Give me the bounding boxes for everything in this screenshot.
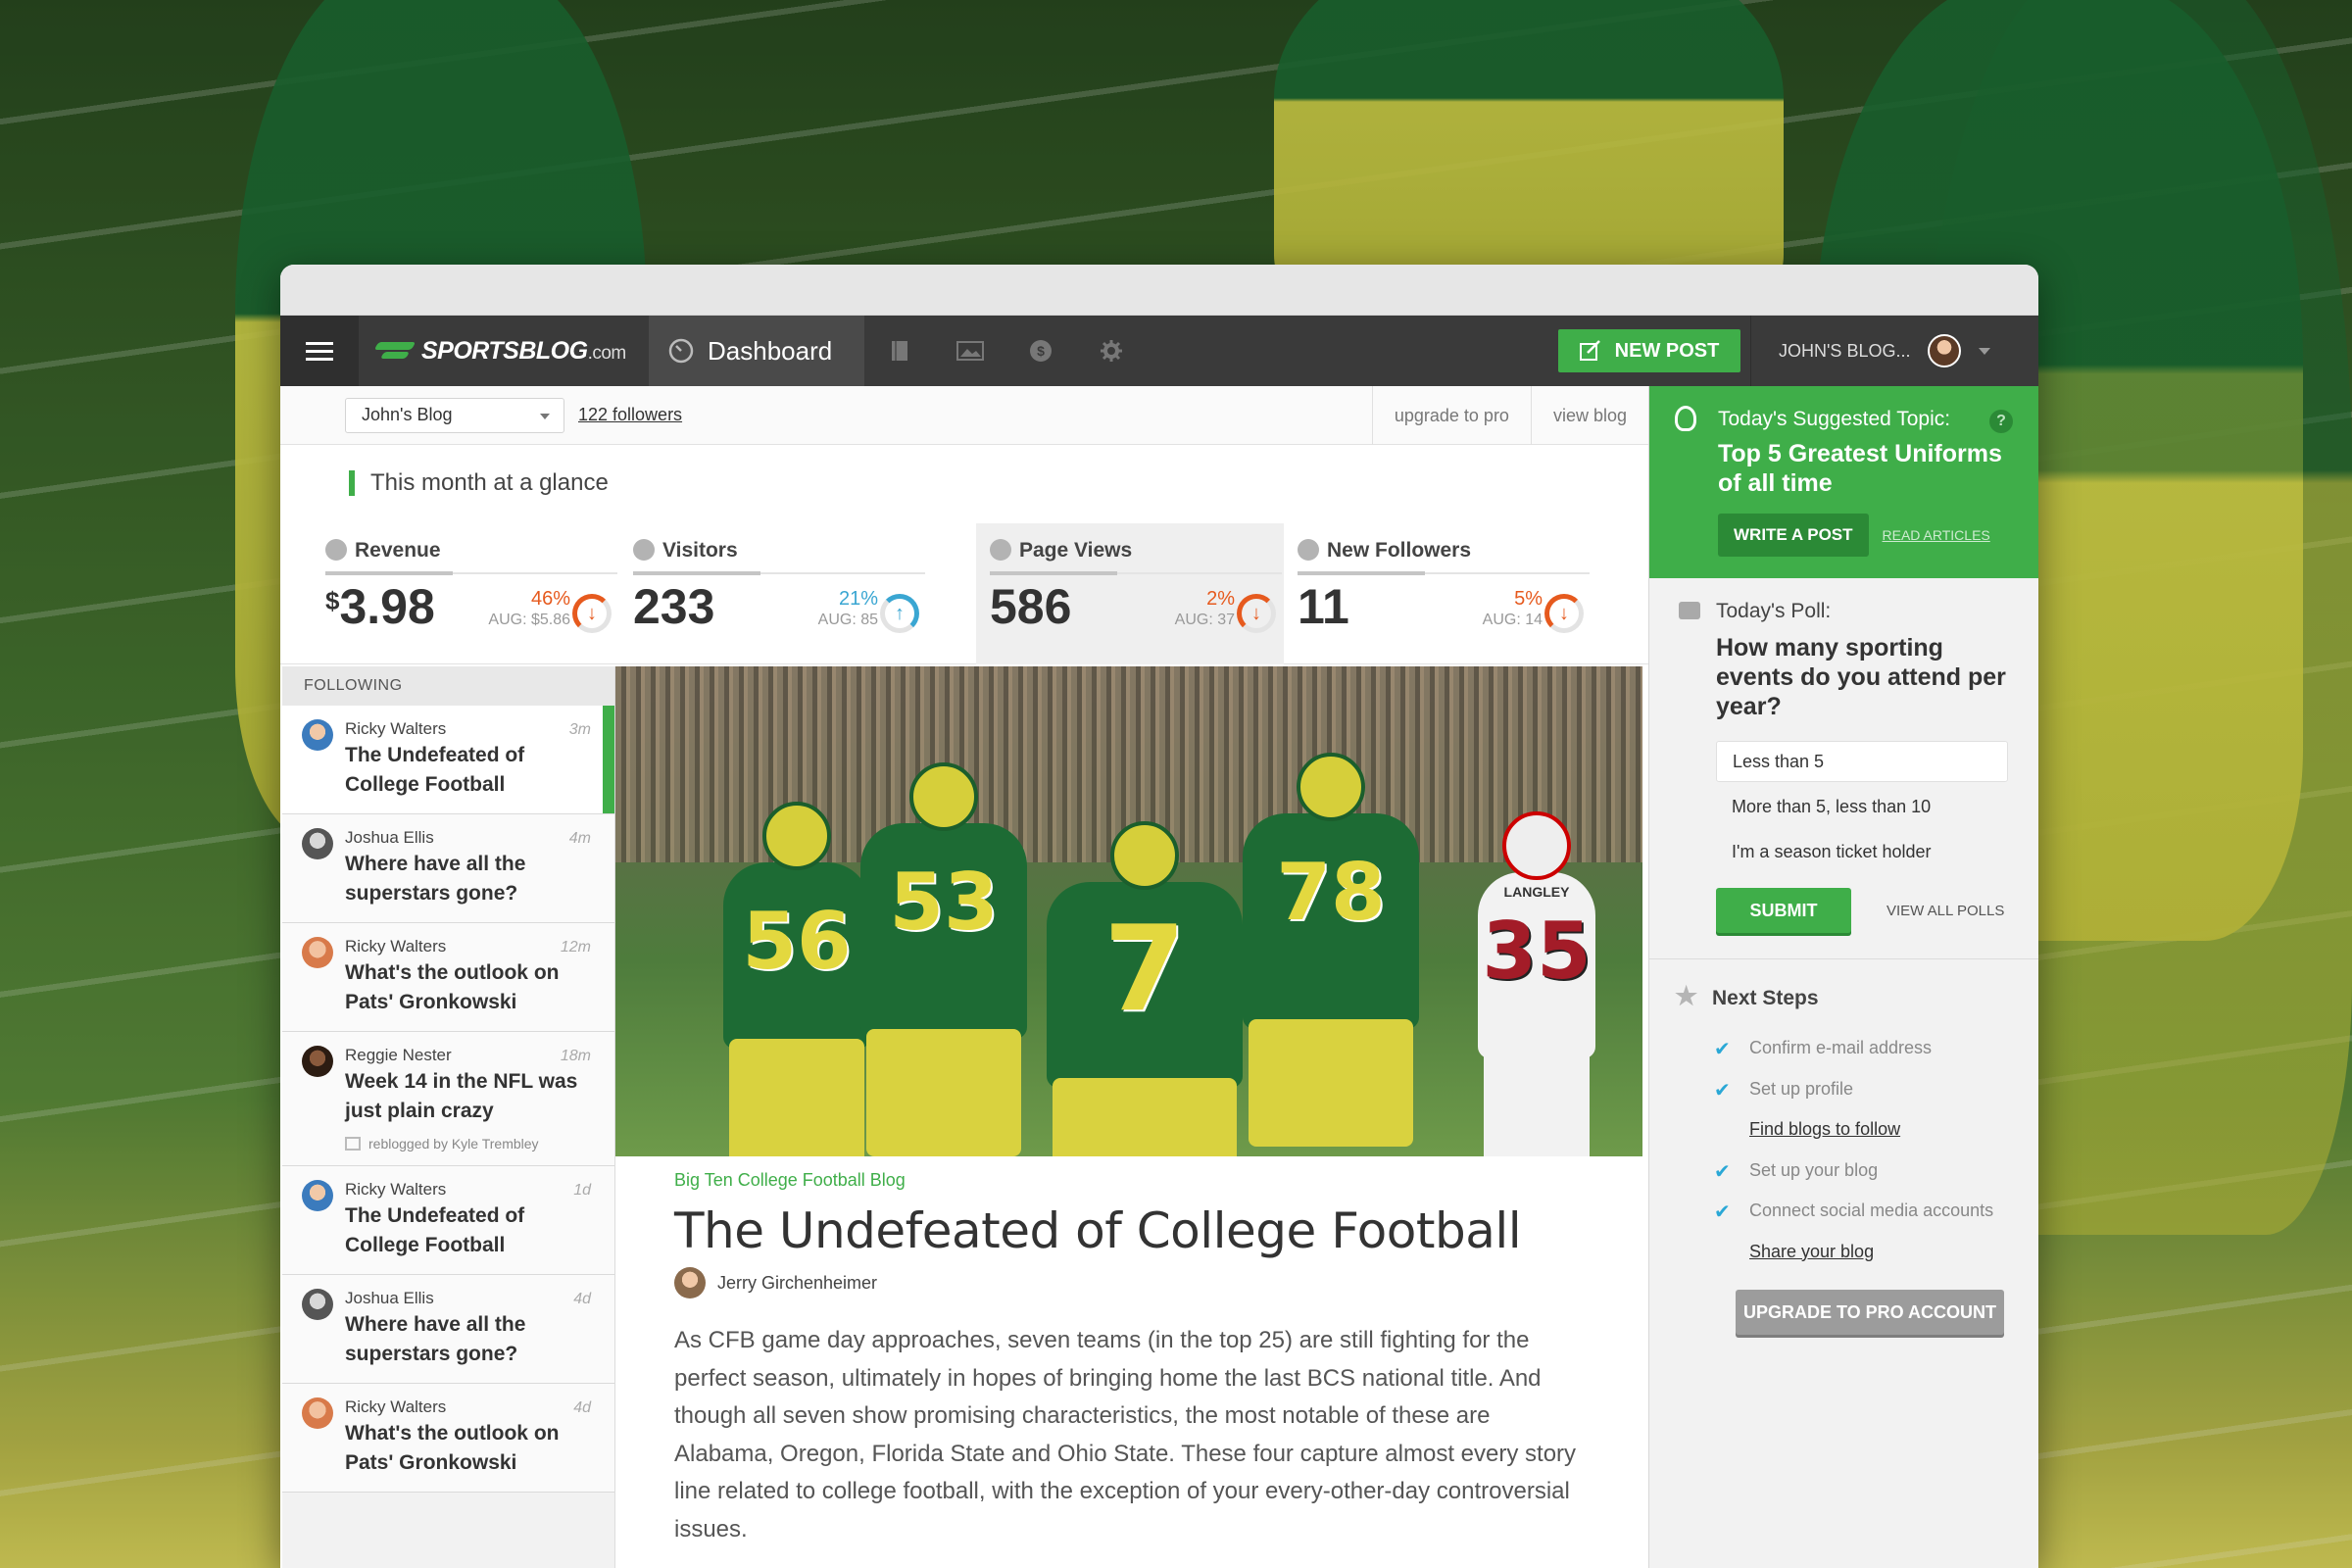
feed-item[interactable]: Reggie Nester 18m Week 14 in the NFL was… <box>282 1032 614 1166</box>
poll-option[interactable]: Less than 5 <box>1716 741 2008 782</box>
logo-mark-icon <box>376 340 414 362</box>
upgrade-to-pro-link[interactable]: upgrade to pro <box>1371 386 1531 445</box>
top-navbar: SPORTSBLOG.com Dashboard $ NEW POST JOHN… <box>280 316 2038 386</box>
author-avatar <box>302 719 333 751</box>
reblog-note: reblogged by Kyle Trembley <box>345 1136 595 1152</box>
article-author[interactable]: Jerry Girchenheimer <box>674 1267 1584 1298</box>
feed-item[interactable]: Ricky Walters 4d What's the outlook on P… <box>282 1384 614 1493</box>
article: Big Ten College Football Blog The Undefe… <box>615 1156 1642 1568</box>
compose-icon <box>1579 340 1600 361</box>
author-avatar <box>302 828 333 859</box>
nav-gear-icon[interactable] <box>1076 316 1147 386</box>
month-glance: This month at a glance Revenue $3.98 46%… <box>280 445 1648 664</box>
right-sidebar: Today's Suggested Topic: ? Top 5 Greates… <box>1648 386 2038 1568</box>
dollar-icon <box>325 539 347 561</box>
author-avatar <box>302 1180 333 1211</box>
stat-new-followers[interactable]: New Followers 11 5% AUG: 14 ↓ <box>1284 523 1592 664</box>
article-category-link[interactable]: Big Ten College Football Blog <box>674 1170 1584 1191</box>
feed-item[interactable]: Ricky Walters 12m What's the outlook on … <box>282 923 614 1032</box>
author-avatar <box>674 1267 706 1298</box>
poll-submit-button[interactable]: SUBMIT <box>1716 888 1851 933</box>
article-title[interactable]: The Undefeated of College Football <box>674 1202 1584 1259</box>
step-share-blog[interactable]: Share your blog <box>1675 1232 2013 1273</box>
select-caret-icon <box>540 413 550 419</box>
author-avatar <box>302 1046 333 1077</box>
reblog-icon <box>345 1137 361 1151</box>
step-find-blogs[interactable]: Find blogs to follow <box>1675 1109 2013 1151</box>
star-icon: ★ <box>1675 981 1698 1010</box>
eye-icon <box>990 539 1011 561</box>
user-blog-menu[interactable]: JOHN'S BLOG... <box>1750 316 2038 386</box>
stat-revenue[interactable]: Revenue $3.98 46% AUG: $5.86 ↓ <box>312 523 619 664</box>
step-connect-social: Connect social media accounts <box>1675 1191 2013 1232</box>
suggested-topic: Today's Suggested Topic: ? Top 5 Greates… <box>1649 386 2038 578</box>
feed-item[interactable]: Ricky Walters 3m The Undefeated of Colle… <box>282 706 614 814</box>
help-icon[interactable]: ? <box>1989 410 2013 433</box>
glance-title: This month at a glance <box>349 470 609 496</box>
following-feed: FOLLOWING Ricky Walters 3m The Undefeate… <box>282 666 615 1568</box>
app-window: SPORTSBLOG.com Dashboard $ NEW POST JOHN… <box>280 265 2038 1568</box>
article-hero-image[interactable]: 56 53 78 35 7 LANGLEY <box>615 666 1642 1156</box>
step-confirm-email: Confirm e-mail address <box>1675 1028 2013 1069</box>
add-user-icon <box>1298 539 1319 561</box>
poll-option[interactable]: I'm a season ticket holder <box>1716 831 2008 872</box>
trend-down-icon: ↓ <box>572 594 612 633</box>
author-avatar <box>302 937 333 968</box>
read-articles-link[interactable]: READ ARTICLES <box>1883 527 1990 543</box>
followers-link[interactable]: 122 followers <box>578 405 682 425</box>
next-steps: ★ Next Steps Confirm e-mail address Set … <box>1649 959 2038 1362</box>
nav-dashboard[interactable]: Dashboard <box>649 316 864 386</box>
author-avatar <box>302 1397 333 1429</box>
nav-book-icon[interactable] <box>864 316 935 386</box>
feed-item[interactable]: Joshua Ellis 4d Where have all the super… <box>282 1275 614 1384</box>
upgrade-pro-account-button[interactable]: UPGRADE TO PRO ACCOUNT <box>1736 1290 2004 1335</box>
thumbs-up-icon <box>1679 602 1700 619</box>
new-post-button[interactable]: NEW POST <box>1558 329 1740 372</box>
author-avatar <box>302 1289 333 1320</box>
article-body: As CFB game day approaches, seven teams … <box>674 1327 1577 1543</box>
trend-down-icon: ↓ <box>1544 594 1584 633</box>
trend-down-icon: ↓ <box>1237 594 1276 633</box>
svg-text:$: $ <box>1037 343 1045 359</box>
step-set-up-blog: Set up your blog <box>1675 1151 2013 1192</box>
view-all-polls-link[interactable]: VIEW ALL POLLS <box>1886 903 2004 919</box>
feed-item[interactable]: Joshua Ellis 4m Where have all the super… <box>282 814 614 923</box>
sportsblog-logo[interactable]: SPORTSBLOG.com <box>359 316 649 386</box>
blog-subbar: John's Blog 122 followers upgrade to pro… <box>280 386 1648 445</box>
dashboard-gauge-icon <box>668 338 694 364</box>
todays-poll: Today's Poll: How many sporting events d… <box>1649 578 2038 959</box>
lightbulb-icon <box>1675 406 1696 431</box>
view-blog-link[interactable]: view blog <box>1530 386 1648 445</box>
trend-up-icon: ↑ <box>880 594 919 633</box>
stat-page-views[interactable]: Page Views 586 2% AUG: 37 ↓ <box>976 523 1284 664</box>
poll-question: How many sporting events do you attend p… <box>1716 634 2006 720</box>
name-bar: LANGLEY <box>1503 884 1570 900</box>
stat-visitors[interactable]: Visitors 233 21% AUG: 85 ↑ <box>619 523 927 664</box>
suggested-topic-title: Top 5 Greatest Uniforms of all time <box>1718 440 2002 497</box>
step-set-up-profile: Set up profile <box>1675 1069 2013 1110</box>
write-post-button[interactable]: WRITE A POST <box>1718 514 1869 557</box>
nav-dollar-icon[interactable]: $ <box>1005 316 1076 386</box>
poll-option[interactable]: More than 5, less than 10 <box>1716 786 2008 827</box>
feed-item[interactable]: Ricky Walters 1d The Undefeated of Colle… <box>282 1166 614 1275</box>
main-content: John's Blog 122 followers upgrade to pro… <box>280 386 1648 1568</box>
hamburger-menu-icon[interactable] <box>280 316 359 386</box>
nav-image-icon[interactable] <box>935 316 1005 386</box>
browser-chrome <box>280 265 2038 316</box>
blog-select[interactable]: John's Blog <box>345 397 564 433</box>
chevron-down-icon <box>1979 347 1991 355</box>
user-icon <box>633 539 655 561</box>
user-avatar <box>1928 334 1962 368</box>
following-heading: FOLLOWING <box>282 666 614 706</box>
